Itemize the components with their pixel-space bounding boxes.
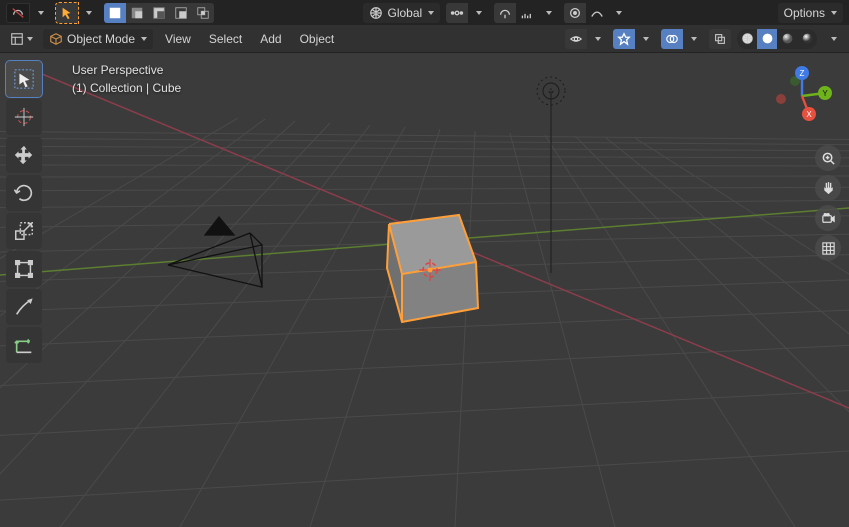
select-box-icon[interactable] bbox=[56, 3, 78, 23]
view-selectability-icon[interactable] bbox=[565, 29, 587, 49]
select-subtract-icon[interactable] bbox=[148, 3, 170, 23]
xray-toggle-icon[interactable] bbox=[709, 29, 731, 49]
tool-shelf bbox=[6, 61, 42, 363]
snap-target-icon[interactable] bbox=[494, 3, 516, 23]
tool-cursor[interactable] bbox=[6, 99, 42, 135]
proportional-dropdown-icon[interactable] bbox=[608, 3, 628, 23]
snap-group bbox=[6, 3, 50, 23]
viewport-3d[interactable]: User Perspective (1) Collection | Cube bbox=[0, 53, 849, 527]
perspective-toggle-button[interactable] bbox=[815, 235, 841, 261]
tool-move[interactable] bbox=[6, 137, 42, 173]
shading-wireframe-icon[interactable] bbox=[737, 29, 757, 49]
tool-transform[interactable] bbox=[6, 251, 42, 287]
nav-gizmo[interactable]: Z Y X bbox=[765, 59, 839, 133]
pivot-point-icon[interactable] bbox=[446, 3, 468, 23]
snap-dropdown-icon[interactable] bbox=[30, 3, 50, 23]
grid-floor bbox=[0, 53, 849, 527]
viewport-hud: User Perspective (1) Collection | Cube bbox=[72, 61, 181, 97]
menu-select[interactable]: Select bbox=[203, 29, 248, 49]
select-dropdown-icon[interactable] bbox=[78, 3, 98, 23]
shading-material-icon[interactable] bbox=[777, 29, 797, 49]
visibility-dropdown-icon[interactable] bbox=[587, 29, 607, 49]
menu-add[interactable]: Add bbox=[254, 29, 287, 49]
gizmo-z-label: Z bbox=[800, 69, 805, 78]
show-gizmo-icon[interactable] bbox=[613, 29, 635, 49]
mode-dropdown[interactable]: Object Mode bbox=[43, 29, 153, 49]
pivot-dropdown-icon[interactable] bbox=[468, 3, 488, 23]
shading-mode-group bbox=[737, 29, 817, 49]
menu-object[interactable]: Object bbox=[294, 29, 341, 49]
snap-target-dropdown-icon[interactable] bbox=[538, 3, 558, 23]
pan-button[interactable] bbox=[815, 175, 841, 201]
tool-measure[interactable] bbox=[6, 327, 42, 363]
snap-target-group bbox=[494, 3, 558, 23]
snap-increment-icon[interactable] bbox=[516, 3, 538, 23]
pivot-group bbox=[446, 3, 488, 23]
gizmo-x-label: X bbox=[806, 110, 812, 119]
viewport-nav-buttons bbox=[815, 145, 841, 261]
tool-select-box[interactable] bbox=[6, 61, 42, 97]
proportional-group bbox=[564, 3, 628, 23]
gizmo-dropdown-icon[interactable] bbox=[635, 29, 655, 49]
select-intersect-icon[interactable] bbox=[192, 3, 214, 23]
show-overlays-icon[interactable] bbox=[661, 29, 683, 49]
tool-settings-bar: Global Options bbox=[0, 0, 849, 25]
proportional-editing-icon[interactable] bbox=[564, 3, 586, 23]
selectability-group bbox=[104, 3, 214, 23]
snap-toggle-icon[interactable] bbox=[6, 3, 30, 23]
gizmo-group bbox=[613, 29, 655, 49]
shading-solid-icon[interactable] bbox=[757, 29, 777, 49]
camera-view-button[interactable] bbox=[815, 205, 841, 231]
overlay-group bbox=[661, 29, 703, 49]
overlay-dropdown-icon[interactable] bbox=[683, 29, 703, 49]
orientation-label: Global bbox=[387, 6, 422, 20]
tool-scale[interactable] bbox=[6, 213, 42, 249]
shading-rendered-icon[interactable] bbox=[797, 29, 817, 49]
transform-orientation-dropdown[interactable]: Global bbox=[363, 3, 440, 23]
hud-perspective-label: User Perspective bbox=[72, 61, 181, 79]
visibility-group bbox=[565, 29, 607, 49]
gizmo-y-label: Y bbox=[822, 89, 828, 98]
hud-collection-label: (1) Collection | Cube bbox=[72, 79, 181, 97]
options-dropdown[interactable]: Options bbox=[778, 3, 843, 23]
mode-label: Object Mode bbox=[67, 32, 135, 46]
cursor-tool-group bbox=[56, 3, 98, 23]
tool-rotate[interactable] bbox=[6, 175, 42, 211]
select-all-icon[interactable] bbox=[104, 3, 126, 23]
select-extend-icon[interactable] bbox=[126, 3, 148, 23]
tool-annotate[interactable] bbox=[6, 289, 42, 325]
cube-object bbox=[387, 215, 478, 322]
viewport-header: Object Mode View Select Add Object bbox=[0, 25, 849, 53]
options-label: Options bbox=[784, 6, 825, 20]
editor-type-icon[interactable] bbox=[6, 29, 37, 49]
select-invert-icon[interactable] bbox=[170, 3, 192, 23]
zoom-button[interactable] bbox=[815, 145, 841, 171]
proportional-falloff-icon[interactable] bbox=[586, 3, 608, 23]
menu-view[interactable]: View bbox=[159, 29, 197, 49]
shading-dropdown-icon[interactable] bbox=[823, 29, 843, 49]
